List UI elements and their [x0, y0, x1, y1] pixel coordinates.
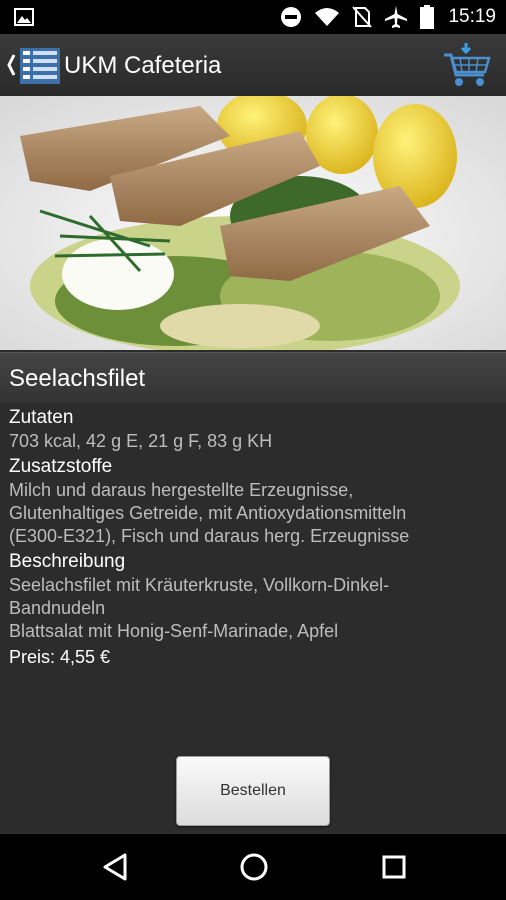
dish-name-bar: Seelachsfilet: [0, 352, 506, 403]
airplane-icon: [385, 6, 408, 28]
section-text-beschreibung-line: Seelachsfilet mit Kräuterkruste, Vollkor…: [9, 575, 390, 595]
section-text-beschreibung-line: Bandnudeln: [9, 598, 106, 618]
section-heading-zusatzstoffe: Zusatzstoffe: [9, 456, 113, 477]
image-icon: [14, 8, 34, 26]
price: Preis: 4,55 €: [9, 647, 111, 667]
dish-photo: [0, 96, 506, 350]
dish-details: Zutaten 703 kcal, 42 g E, 21 g F, 83 g K…: [9, 404, 499, 669]
action-bar: UKM Cafeteria: [0, 34, 506, 96]
section-text-zusatzstoffe-line: Milch und daraus hergestellte Erzeugniss…: [9, 480, 354, 500]
section-text-beschreibung-line: Blattsalat mit Honig-Senf-Marinade, Apfe…: [9, 621, 339, 641]
section-heading-beschreibung: Beschreibung: [9, 551, 126, 572]
home-icon[interactable]: [239, 852, 269, 882]
clock: 15:19: [448, 6, 496, 27]
status-bar: 15:19: [0, 0, 506, 34]
section-heading-zutaten: Zutaten: [9, 407, 74, 428]
drawer-menu-icon[interactable]: [4, 42, 60, 88]
order-button[interactable]: Bestellen: [176, 756, 330, 826]
do-not-disturb-icon: [281, 7, 302, 27]
app-title: UKM Cafeteria: [64, 52, 222, 79]
no-sim-icon: [352, 6, 373, 28]
section-text-zusatzstoffe-line: (E300-E321), Fisch und daraus herg. Erze…: [9, 526, 410, 546]
recents-icon[interactable]: [381, 852, 407, 882]
back-icon[interactable]: [101, 852, 129, 882]
section-text-zutaten: 703 kcal, 42 g E, 21 g F, 83 g KH: [9, 431, 273, 451]
shopping-cart-icon[interactable]: [442, 41, 492, 89]
dish-name: Seelachsfilet: [9, 365, 146, 392]
battery-icon: [420, 5, 435, 29]
wifi-icon: [315, 8, 340, 26]
section-text-zusatzstoffe-line: Glutenhaltiges Getreide, mit Antioxydati…: [9, 503, 407, 523]
system-nav-bar: [0, 834, 506, 900]
